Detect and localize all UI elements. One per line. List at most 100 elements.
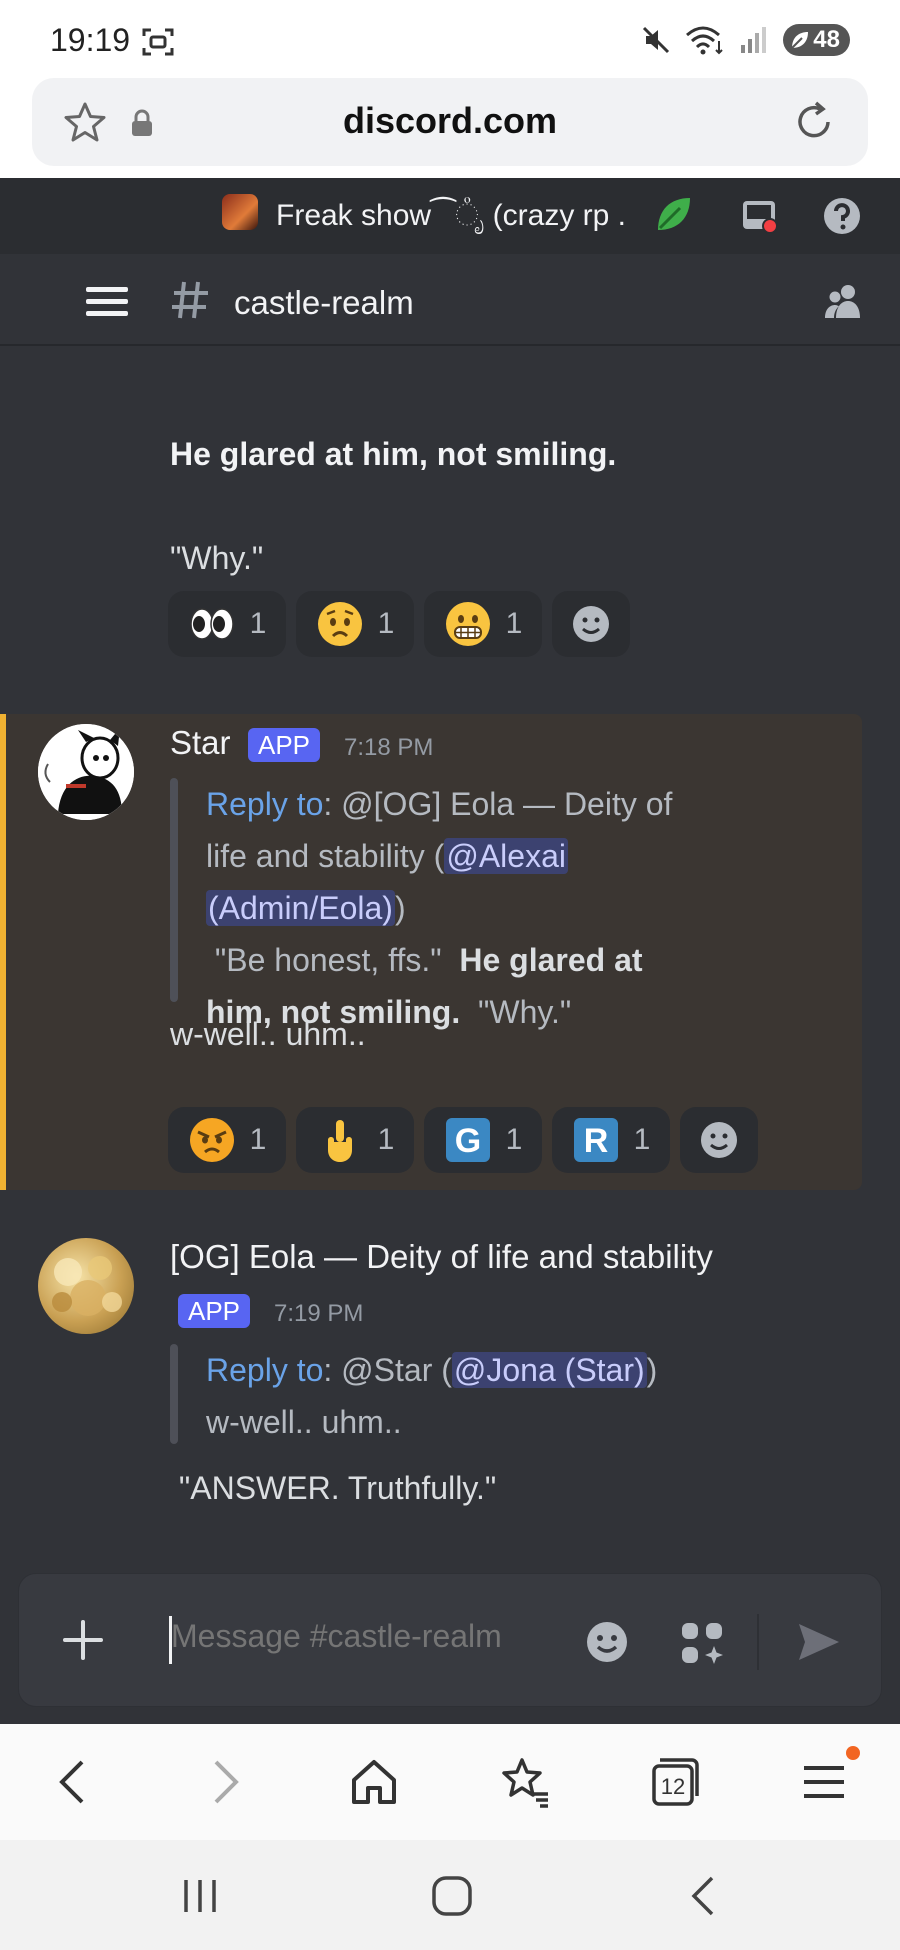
- status-bar: 19:19 48: [0, 0, 900, 78]
- reaction-angry[interactable]: 1: [168, 1107, 286, 1173]
- reaction-count: 1: [377, 607, 395, 640]
- browser-bottom-bar: 12: [0, 1724, 900, 1840]
- back-icon[interactable]: [46, 1754, 102, 1810]
- server-name[interactable]: Freak show⁀ೃͦ (crazy rp .: [276, 198, 626, 233]
- status-time: 19:19: [50, 22, 131, 58]
- message-timestamp: 7:19 PM: [274, 1300, 364, 1327]
- app-badge: APP: [178, 1294, 251, 1328]
- channel-header: castle-realm: [0, 254, 900, 346]
- reply-line: life and stability (@Alexai: [206, 830, 846, 882]
- status-icons: 48: [641, 24, 850, 56]
- reaction-count: 1: [505, 607, 523, 640]
- leaf-icon: [791, 32, 809, 49]
- screenshot-icon: [142, 28, 174, 56]
- channel-name: castle-realm: [234, 284, 414, 321]
- add-reaction-button[interactable]: [552, 591, 630, 657]
- message-author[interactable]: [OG] Eola — Deity of life and stability: [170, 1238, 713, 1276]
- quote-bar: [170, 778, 178, 1002]
- eyes-icon: [189, 608, 234, 640]
- recents-icon[interactable]: [178, 1874, 222, 1918]
- reaction-letter-r[interactable]: R 1: [552, 1107, 670, 1173]
- add-emoji-icon: [701, 1122, 737, 1158]
- message-composer: [18, 1573, 882, 1707]
- reply-line: Reply to: @Star (@Jona (Star)): [206, 1344, 846, 1396]
- browser-toolbar: discord.com: [0, 78, 900, 178]
- send-icon[interactable]: [795, 1620, 843, 1664]
- reaction-count: 1: [249, 607, 267, 640]
- letter-r: R: [583, 1122, 608, 1160]
- letter-r-icon: R: [573, 1118, 618, 1162]
- avatar-image: [38, 724, 134, 820]
- reaction-count: 1: [377, 1123, 395, 1156]
- reaction-eyes[interactable]: 1: [168, 591, 286, 657]
- message-text: He glared at him, not smiling.: [170, 436, 617, 472]
- system-navigation: [0, 1840, 900, 1950]
- add-reaction-button[interactable]: [680, 1107, 758, 1173]
- wifi-icon: [686, 26, 724, 55]
- reply-text: He glared at: [459, 942, 643, 978]
- reply-line: Reply to: @[OG] Eola — Deity of: [206, 778, 846, 830]
- address-bar[interactable]: discord.com: [32, 78, 868, 166]
- battery-indicator: 48: [783, 24, 850, 56]
- reaction-grimacing[interactable]: 1: [424, 591, 542, 657]
- worried-face-icon: [317, 602, 362, 646]
- quote-bar: [170, 1344, 178, 1444]
- reply-text: life and stability (: [206, 838, 445, 874]
- signal-icon: [741, 27, 767, 53]
- add-emoji-icon: [573, 606, 609, 642]
- home-button-icon[interactable]: [430, 1874, 474, 1918]
- avatar[interactable]: [38, 1238, 134, 1334]
- message-text: w-well.. uhm..: [170, 1016, 366, 1052]
- reaction-worried[interactable]: 1: [296, 591, 414, 657]
- mention[interactable]: (Admin/Eola): [206, 890, 395, 926]
- reaction-count: 1: [633, 1123, 651, 1156]
- reply-line: w-well.. uhm..: [206, 1404, 402, 1440]
- mention[interactable]: @Alexai: [444, 838, 568, 874]
- reply-text: "Why.": [460, 994, 572, 1030]
- message-text: "ANSWER. Truthfully.": [170, 1470, 497, 1506]
- reaction-letter-g[interactable]: G 1: [424, 1107, 542, 1173]
- reply-text: : @[OG] Eola — Deity of: [323, 786, 673, 822]
- inbox-icon[interactable]: [740, 196, 780, 236]
- reply-label[interactable]: Reply to: [206, 786, 323, 822]
- reply-line: "Be honest, ffs." He glared at: [206, 934, 846, 986]
- message-timestamp: 7:18 PM: [344, 734, 434, 761]
- hashtag-icon: [172, 281, 208, 319]
- grimacing-face-icon: [445, 602, 490, 646]
- reaction-bar: 1 1 G 1 R 1: [168, 1107, 758, 1173]
- reply-quote: Reply to: @[OG] Eola — Deity of life and…: [206, 778, 846, 1038]
- tabs-button[interactable]: 12: [646, 1754, 702, 1810]
- letter-g: G: [454, 1122, 480, 1160]
- server-icon[interactable]: [222, 194, 258, 230]
- mute-icon: [643, 26, 670, 54]
- home-icon[interactable]: [346, 1754, 402, 1810]
- help-icon[interactable]: [822, 196, 862, 236]
- avatar-image: [52, 1256, 122, 1316]
- apps-icon[interactable]: [679, 1620, 725, 1666]
- composer-divider: [757, 1614, 759, 1670]
- members-icon[interactable]: [822, 280, 866, 324]
- reaction-bar: 1 1 1: [168, 591, 630, 657]
- app-badge: APP: [248, 728, 321, 762]
- message-input[interactable]: [171, 1618, 551, 1655]
- mention[interactable]: @Jona (Star): [451, 1352, 647, 1388]
- reply-line: (Admin/Eola)): [206, 882, 846, 934]
- reply-label[interactable]: Reply to: [206, 1352, 323, 1388]
- plus-icon[interactable]: [61, 1618, 105, 1662]
- notification-dot: [846, 1746, 860, 1760]
- menu-icon[interactable]: [796, 1754, 852, 1810]
- reply-text: ): [394, 890, 406, 926]
- forward-icon[interactable]: [196, 1754, 252, 1810]
- reply-quote: Reply to: @Star (@Jona (Star)) w-well.. …: [206, 1344, 846, 1448]
- reaction-middle-finger[interactable]: 1: [296, 1107, 414, 1173]
- discord-app: Freak show⁀ೃͦ (crazy rp . castle-realm H…: [0, 178, 900, 1724]
- message-author[interactable]: Star: [170, 724, 231, 762]
- avatar[interactable]: [38, 724, 134, 820]
- middle-finger-icon: [327, 1120, 352, 1162]
- angry-face-icon: [189, 1118, 234, 1162]
- menu-icon[interactable]: [86, 286, 128, 318]
- bookmarks-icon[interactable]: [496, 1754, 552, 1810]
- emoji-icon[interactable]: [585, 1620, 629, 1664]
- system-back-icon[interactable]: [682, 1874, 726, 1918]
- reload-icon[interactable]: [790, 98, 838, 146]
